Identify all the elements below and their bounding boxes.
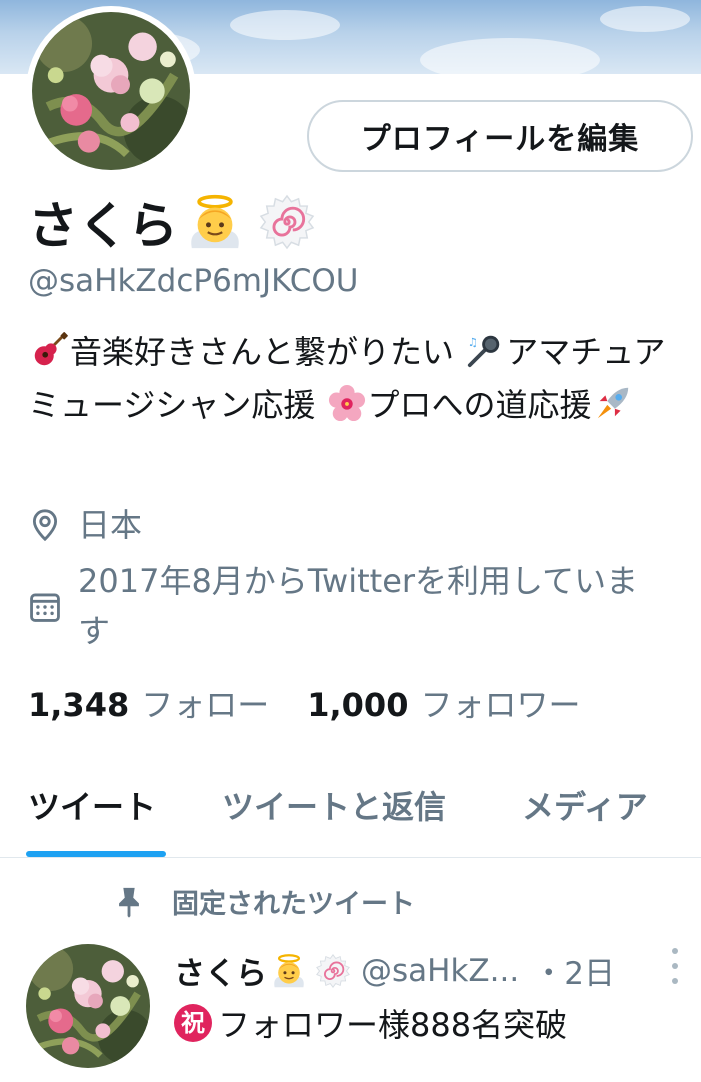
location-text: 日本 xyxy=(78,506,143,544)
following-count: 1,348 xyxy=(28,686,130,724)
tweet-author-name[interactable]: さくら xyxy=(174,948,267,993)
tab-tweets-and-replies[interactable]: ツイートと返信 xyxy=(222,782,446,828)
tweet-timestamp[interactable]: ・2日 xyxy=(533,948,615,993)
more-vertical-icon[interactable] xyxy=(664,948,686,984)
celebration-badge: 祝 xyxy=(174,1004,212,1042)
tweet-text: 祝 フォロワー様888名突破 xyxy=(174,1000,567,1046)
profile-handle: @saHkZdcP6mJKCOU xyxy=(28,263,359,299)
profile-join-date: 2017年8月からTwitterを利用しています xyxy=(28,556,658,656)
guitar-emoji xyxy=(30,331,68,369)
bio-text-3: プロへの道応援 xyxy=(367,386,592,424)
naruto-emoji xyxy=(258,193,316,251)
display-name: さくら xyxy=(28,190,316,255)
pin-icon xyxy=(112,885,146,919)
join-date-text: 2017年8月からTwitterを利用しています xyxy=(78,562,639,650)
profile-bio: 音楽好きさんと繋がりたい アマチュアミュージシャン応援 プロへの道応援 xyxy=(28,326,678,432)
followers-count: 1,000 xyxy=(307,686,409,724)
tab-media[interactable]: メディア xyxy=(522,782,648,828)
active-tab-indicator xyxy=(26,851,166,857)
tab-tweets[interactable]: ツイート xyxy=(28,782,156,828)
pinned-label-text: 固定されたツイート xyxy=(172,889,415,920)
tweet-author-avatar[interactable] xyxy=(26,944,150,1068)
profile-location: 日本 xyxy=(28,500,658,550)
tweet-author-handle[interactable]: @saHkZ... xyxy=(361,953,519,989)
edit-profile-button[interactable]: プロフィールを編集 xyxy=(307,100,693,172)
map-pin-icon xyxy=(28,508,62,542)
calendar-icon xyxy=(28,590,62,624)
following-label: フォロー xyxy=(141,686,270,724)
tweet-body: フォロワー様888名突破 xyxy=(218,1006,568,1044)
angel-emoji xyxy=(271,953,307,989)
profile-avatar[interactable] xyxy=(26,6,196,176)
pinned-tweet-label: 固定されたツイート xyxy=(112,882,415,921)
angel-emoji xyxy=(186,193,244,251)
naruto-emoji xyxy=(315,953,351,989)
follow-stats: 1,348 フォロー 1,000 フォロワー xyxy=(28,680,580,726)
tweet-header: さくら @saHkZ... ・2日 xyxy=(174,948,674,993)
bio-text-1: 音楽好きさんと繋がりたい xyxy=(70,333,455,371)
profile-tabs: ツイート ツイートと返信 メディア xyxy=(0,770,701,858)
following-link[interactable]: 1,348 フォロー xyxy=(28,680,269,726)
display-name-text: さくら xyxy=(28,197,178,255)
hibiscus-emoji xyxy=(328,384,366,422)
microphone-emoji xyxy=(466,331,504,369)
followers-link[interactable]: 1,000 フォロワー xyxy=(307,680,580,726)
followers-label: フォロワー xyxy=(420,686,581,724)
rocket-emoji xyxy=(594,384,632,422)
